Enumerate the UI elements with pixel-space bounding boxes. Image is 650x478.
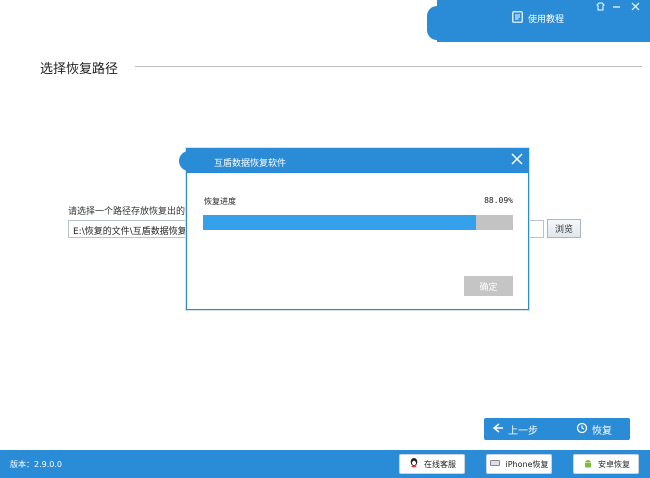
ok-button[interactable]: 确定 <box>464 276 513 296</box>
version-text: 版本：2.9.0.0 <box>10 460 62 469</box>
online-support-label: 在线客服 <box>424 459 456 469</box>
browse-button[interactable]: 浏览 <box>547 219 581 238</box>
restore-button[interactable]: 恢复 <box>576 421 612 437</box>
progress-dialog: 互盾数据恢复软件 恢复进度 88.09% 确定 <box>179 148 529 310</box>
iphone-restore-label: iPhone恢复 <box>505 459 549 469</box>
minimize-button[interactable] <box>609 2 623 14</box>
minimize-icon <box>612 2 621 14</box>
close-icon <box>509 153 525 170</box>
qq-icon <box>408 457 420 471</box>
status-bar <box>0 450 650 478</box>
online-support-button[interactable]: 在线客服 <box>399 454 465 474</box>
arrow-left-icon <box>492 422 504 437</box>
restore-label: 恢复 <box>592 425 612 437</box>
skin-button[interactable] <box>593 2 607 14</box>
dialog-title: 互盾数据恢复软件 <box>214 159 287 169</box>
dialog-tab <box>179 151 199 171</box>
prev-button[interactable]: 上一步 <box>492 421 538 437</box>
section-title: 选择恢复路径 <box>40 62 119 77</box>
iphone-restore-button[interactable]: iPhone恢复 <box>486 454 552 474</box>
progress-label: 恢复进度 <box>204 197 236 206</box>
dialog-header: 互盾数据恢复软件 <box>179 149 528 173</box>
iphone-icon <box>489 457 501 471</box>
close-icon <box>631 2 640 14</box>
restore-icon <box>576 422 588 437</box>
path-label: 请选择一个路径存放恢复出的 <box>68 207 186 217</box>
document-icon <box>512 10 523 26</box>
app-window: 使用教程 选择恢复路径 请选择一个路径存放恢复出的 E:\恢复的文件\互盾数据恢… <box>0 0 650 478</box>
progress-percent: 88.09% <box>484 196 513 205</box>
android-icon <box>582 457 594 471</box>
dialog-close-button[interactable] <box>509 151 525 167</box>
progress-bar <box>203 215 513 230</box>
tutorial-button[interactable]: 使用教程 <box>512 8 564 28</box>
close-button[interactable] <box>628 2 642 14</box>
progress-fill <box>203 215 477 230</box>
android-restore-label: 安卓恢复 <box>598 459 630 469</box>
topbar-area <box>0 0 440 40</box>
tutorial-label: 使用教程 <box>528 14 565 25</box>
skin-icon <box>595 2 605 14</box>
divider <box>135 66 642 67</box>
android-restore-button[interactable]: 安卓恢复 <box>573 454 639 474</box>
prev-label: 上一步 <box>508 425 538 437</box>
